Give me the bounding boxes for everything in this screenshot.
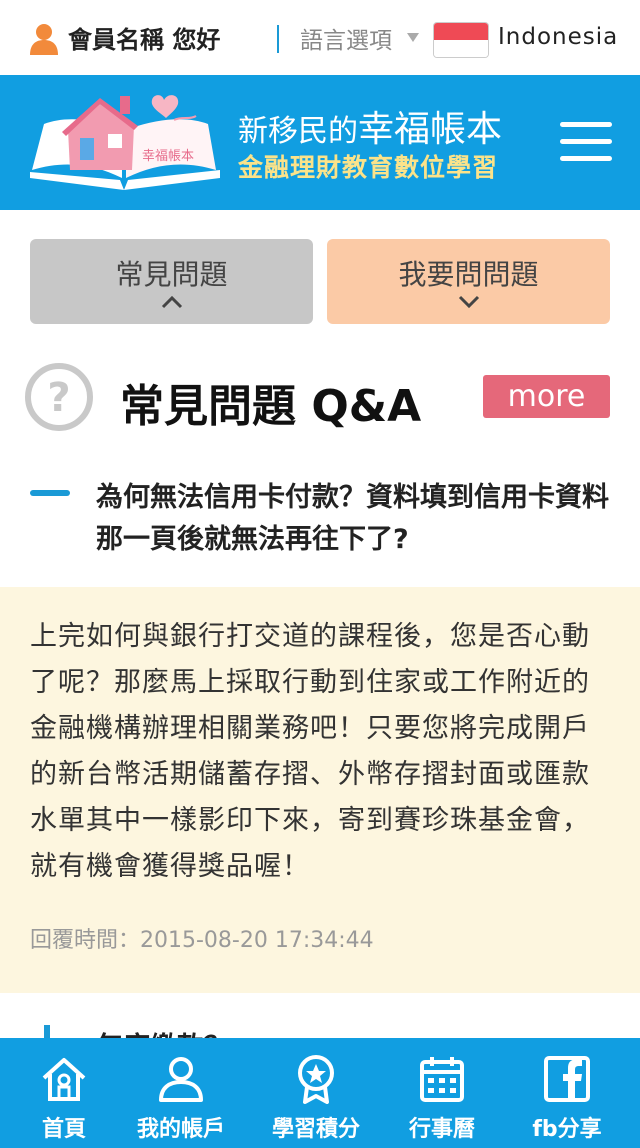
- nav-points-label: 學習積分: [271, 1117, 360, 1142]
- nav-fb-label: fb分享: [532, 1117, 602, 1142]
- chevron-up-icon: [161, 295, 182, 309]
- bottom-nav: 首頁 我的帳戶 學習積分 行事曆 fb分享: [0, 1038, 640, 1148]
- nav-account-label: 我的帳戶: [136, 1117, 225, 1142]
- site-subtitle: 金融理財教育數位學習: [238, 153, 499, 182]
- user-icon: [159, 1057, 203, 1102]
- divider: [277, 25, 279, 53]
- reply-time: 回覆時間：2015-08-20 17:34:44: [30, 928, 374, 953]
- nav-home[interactable]: 首頁: [0, 1038, 128, 1148]
- logo-text: 幸福帳本: [142, 149, 194, 164]
- section-title: 常見問題 Q&A: [120, 381, 422, 432]
- nav-my-account[interactable]: 我的帳戶: [117, 1038, 245, 1148]
- site-title: 新移民的幸福帳本: [238, 109, 503, 150]
- nav-calendar[interactable]: 行事曆: [378, 1038, 506, 1148]
- hamburger-menu-icon[interactable]: [560, 122, 612, 164]
- nav-calendar-label: 行事曆: [408, 1117, 475, 1142]
- medal-icon: [298, 1055, 334, 1104]
- user-icon: [30, 24, 58, 55]
- collapse-dash-icon[interactable]: [30, 490, 70, 496]
- indonesia-flag-icon[interactable]: [433, 22, 489, 58]
- member-greeting: 會員名稱 您好: [68, 26, 221, 54]
- faq-answer: 上完如何與銀行打交道的課程後，您是否心動了呢？那麼馬上採取行動到住家或工作附近的…: [30, 621, 590, 882]
- question-mark-icon: ?: [25, 363, 93, 431]
- tab-ask-question[interactable]: 我要問問題: [327, 239, 610, 324]
- more-button[interactable]: more: [483, 375, 610, 418]
- caret-down-icon[interactable]: [407, 33, 419, 42]
- language-name[interactable]: Indonesia: [498, 24, 618, 50]
- language-select[interactable]: 語言選項: [300, 21, 392, 55]
- nav-home-label: 首頁: [41, 1117, 86, 1142]
- calendar-icon: [420, 1057, 464, 1102]
- top-bar: 會員名稱 您好 語言選項 Indonesia: [0, 0, 640, 75]
- tab-faq[interactable]: 常見問題: [30, 239, 313, 324]
- home-icon: [42, 1058, 86, 1101]
- facebook-icon: [544, 1056, 590, 1102]
- svg-text:?: ?: [47, 375, 70, 421]
- tab-faq-label: 常見問題: [115, 258, 228, 291]
- chevron-down-icon: [458, 295, 479, 309]
- faq-question[interactable]: 為何無法信用卡付款？資料填到信用卡資料那一頁後就無法再往下了?: [96, 477, 616, 561]
- tab-ask-label: 我要問問題: [398, 258, 539, 291]
- nav-fb-share[interactable]: fb分享: [503, 1038, 631, 1148]
- logo-book-house-icon[interactable]: 幸福帳本: [24, 90, 224, 198]
- nav-learning-points[interactable]: 學習積分: [252, 1038, 380, 1148]
